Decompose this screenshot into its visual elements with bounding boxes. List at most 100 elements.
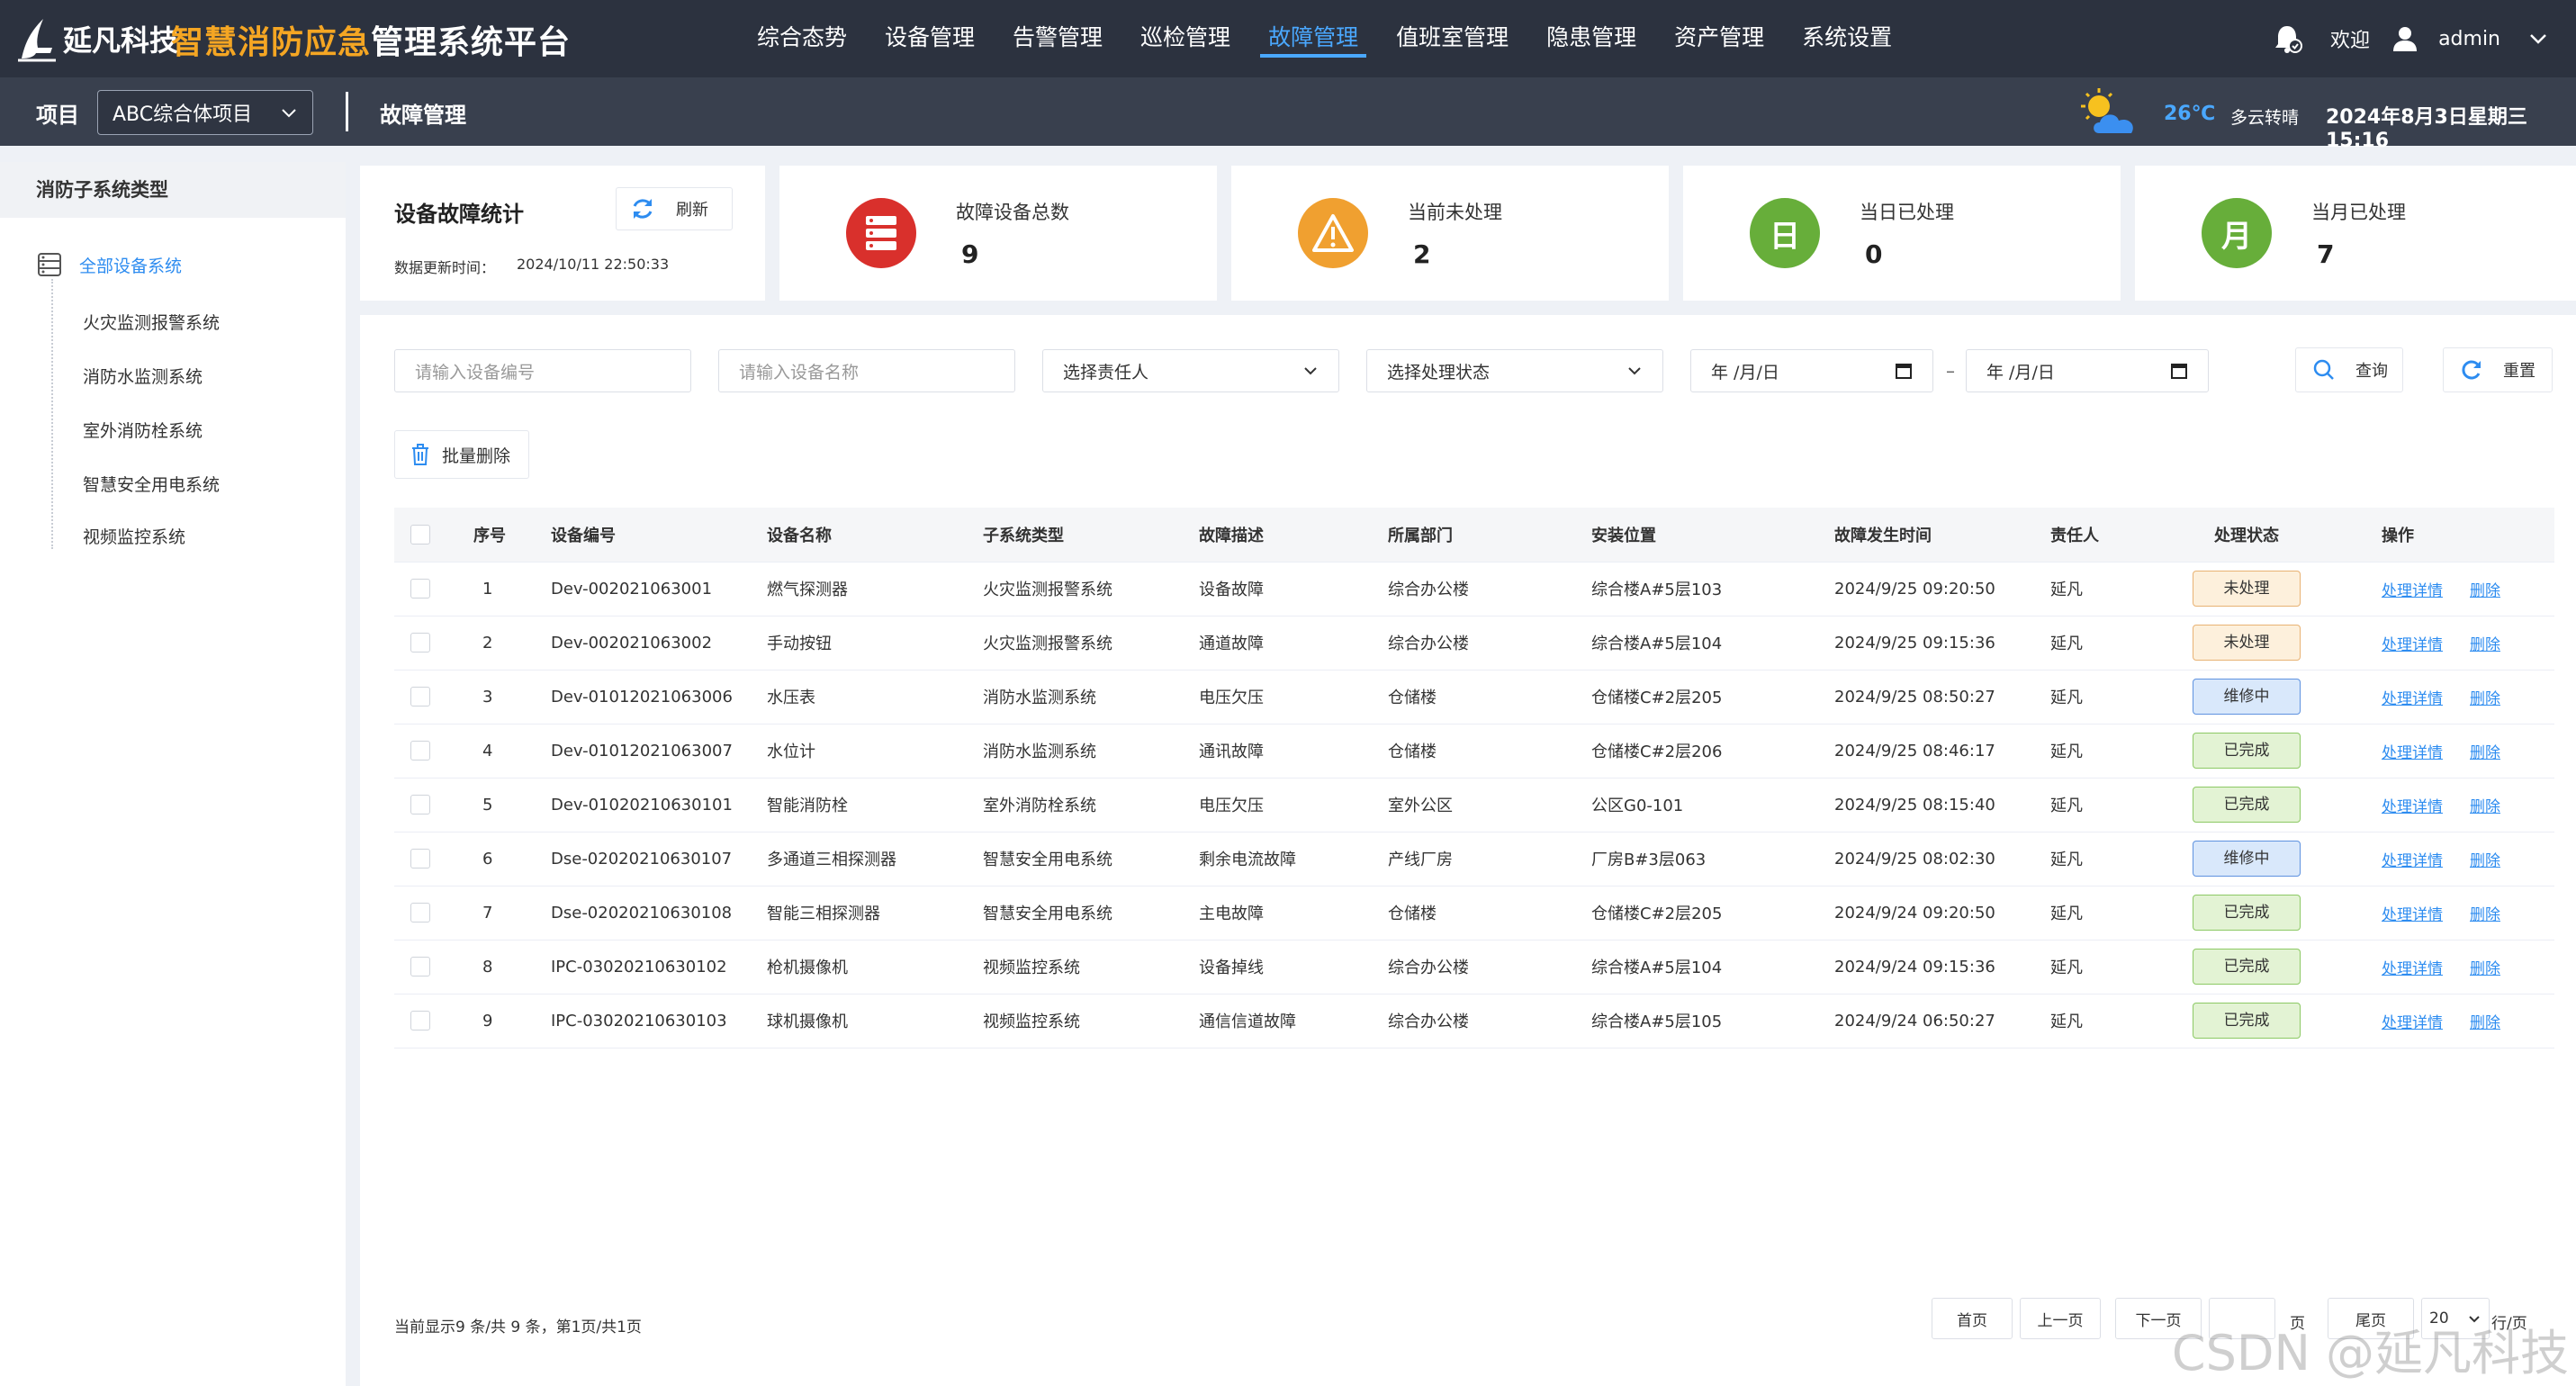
nav-item-asset[interactable]: 资产管理 <box>1655 0 1783 77</box>
cell-location: 公区G0-101 <box>1591 778 1834 832</box>
brand[interactable]: 延凡科技 <box>16 13 178 65</box>
cell-actions: 处理详情 删除 <box>2356 724 2554 778</box>
row-checkbox[interactable] <box>410 633 430 652</box>
row-select-cell <box>394 616 448 670</box>
nav-item-device[interactable]: 设备管理 <box>866 0 994 77</box>
cell-fault: 设备故障 <box>1199 562 1388 616</box>
status-select-value: 选择处理状态 <box>1387 362 1491 382</box>
delete-link[interactable]: 删除 <box>2470 690 2500 708</box>
delete-link[interactable]: 删除 <box>2470 744 2500 762</box>
nav-item-overview[interactable]: 综合态势 <box>738 0 866 77</box>
batch-delete-button[interactable]: 批量删除 <box>394 430 529 479</box>
table-header-row: 序号 设备编号 设备名称 子系统类型 故障描述 所属部门 安装位置 故障发生时间… <box>394 508 2554 562</box>
detail-link[interactable]: 处理详情 <box>2382 960 2443 978</box>
prev-page-button[interactable]: 上一页 <box>2020 1298 2101 1339</box>
detail-link[interactable]: 处理详情 <box>2382 852 2443 870</box>
stat-card-month: 月 当月已处理 7 <box>2135 166 2576 301</box>
cell-time: 2024/9/25 09:15:36 <box>1834 616 2050 670</box>
first-page-button[interactable]: 首页 <box>1932 1298 2013 1339</box>
warning-icon <box>1298 198 1368 268</box>
month-badge: 月 <box>2202 198 2272 268</box>
project-select[interactable]: ABC综合体项目 <box>97 90 313 135</box>
table-row[interactable]: 9 IPC-03020210630103 球机摄像机 视频监控系统 通信信道故障 综合办公… <box>394 994 2554 1048</box>
cell-time: 2024/9/25 08:46:17 <box>1834 724 2050 778</box>
row-checkbox[interactable] <box>410 957 430 976</box>
table-row[interactable]: 5 Dev-01020210630101 智能消防栓 室外消防栓系统 电压欠压 室外公区公… <box>394 778 2554 832</box>
refresh-button[interactable]: 刷新 <box>616 187 733 230</box>
delete-link[interactable]: 删除 <box>2470 960 2500 978</box>
start-date-input[interactable]: 年 /月/日 <box>1690 349 1933 392</box>
column-header: 安装位置 <box>1591 508 1834 562</box>
username[interactable]: admin <box>2438 28 2500 50</box>
cell-status: 已完成 <box>2180 940 2356 994</box>
brand-logo-icon <box>18 19 56 62</box>
detail-link[interactable]: 处理详情 <box>2382 906 2443 924</box>
sidebar-item-fire-alarm[interactable]: 火灾监测报警系统 <box>83 310 220 334</box>
delete-link[interactable]: 删除 <box>2470 1014 2500 1032</box>
row-checkbox[interactable] <box>410 687 430 706</box>
select-all-checkbox[interactable] <box>410 524 430 544</box>
sidebar-item-hydrant[interactable]: 室外消防栓系统 <box>83 418 203 442</box>
delete-link[interactable]: 删除 <box>2470 906 2500 924</box>
row-checkbox[interactable] <box>410 903 430 922</box>
stat-value: 7 <box>2317 239 2335 269</box>
chevron-down-icon <box>282 109 296 118</box>
detail-link[interactable]: 处理详情 <box>2382 798 2443 816</box>
stat-value: 9 <box>961 239 979 269</box>
sidebar-item-all[interactable]: 全部设备系统 <box>36 250 182 279</box>
detail-link[interactable]: 处理详情 <box>2382 690 2443 708</box>
sidebar-item-video[interactable]: 视频监控系统 <box>83 524 185 548</box>
row-checkbox[interactable] <box>410 795 430 814</box>
reset-button[interactable]: 重置 <box>2443 347 2553 392</box>
table-row[interactable]: 8 IPC-03020210630102 枪机摄像机 视频监控系统 设备掉线 综合办公楼综… <box>394 940 2554 994</box>
device-code-input[interactable]: 请输入设备编号 <box>394 349 691 392</box>
cell-actions: 处理详情 删除 <box>2356 778 2554 832</box>
nav-item-alarm[interactable]: 告警管理 <box>994 0 1121 77</box>
device-name-input[interactable]: 请输入设备名称 <box>718 349 1015 392</box>
delete-link[interactable]: 删除 <box>2470 798 2500 816</box>
detail-link[interactable]: 处理详情 <box>2382 636 2443 654</box>
chevron-down-icon[interactable] <box>2527 28 2549 50</box>
detail-link[interactable]: 处理详情 <box>2382 582 2443 600</box>
cell-status: 已完成 <box>2180 778 2356 832</box>
detail-link[interactable]: 处理详情 <box>2382 1014 2443 1032</box>
delete-link[interactable]: 删除 <box>2470 852 2500 870</box>
batch-delete-label: 批量删除 <box>442 446 511 466</box>
calendar-icon[interactable] <box>2170 362 2188 380</box>
cell-name: 燃气探测器 <box>767 562 983 616</box>
nav-item-duty-room[interactable]: 值班室管理 <box>1377 0 1527 77</box>
bell-icon[interactable] <box>2269 21 2305 57</box>
nav-item-fault[interactable]: 故障管理 <box>1249 0 1377 77</box>
cell-status: 已完成 <box>2180 724 2356 778</box>
row-checkbox[interactable] <box>410 1011 430 1030</box>
delete-link[interactable]: 删除 <box>2470 582 2500 600</box>
row-checkbox[interactable] <box>410 579 430 598</box>
row-checkbox[interactable] <box>410 849 430 868</box>
chevron-down-icon <box>1304 367 1317 375</box>
nav-item-hazard[interactable]: 隐患管理 <box>1527 0 1655 77</box>
user-icon[interactable] <box>2391 25 2418 52</box>
status-select[interactable]: 选择处理状态 <box>1366 349 1663 392</box>
cell-location: 综合楼A#5层103 <box>1591 562 1834 616</box>
sidebar-item-fire-water[interactable]: 消防水监测系统 <box>83 364 203 388</box>
cell-subsystem: 视频监控系统 <box>983 994 1199 1048</box>
stat-value: 0 <box>1865 239 1883 269</box>
detail-link[interactable]: 处理详情 <box>2382 744 2443 762</box>
row-checkbox[interactable] <box>410 741 430 760</box>
nav-item-settings[interactable]: 系统设置 <box>1783 0 1911 77</box>
owner-select[interactable]: 选择责任人 <box>1042 349 1339 392</box>
table-row[interactable]: 7 Dse-02020210630108 智能三相探测器 智慧安全用电系统 主电故障 仓储… <box>394 886 2554 940</box>
delete-link[interactable]: 删除 <box>2470 636 2500 654</box>
sidebar-item-electrical[interactable]: 智慧安全用电系统 <box>83 472 220 496</box>
calendar-icon[interactable] <box>1895 362 1913 380</box>
table-row[interactable]: 3 Dev-01012021063006 水压表 消防水监测系统 电压欠压 仓储楼 仓储楼C… <box>394 670 2554 724</box>
table-row[interactable]: 4 Dev-01012021063007 水位计 消防水监测系统 通讯故障 仓储楼 仓储楼C… <box>394 724 2554 778</box>
query-button[interactable]: 查询 <box>2295 347 2403 392</box>
nav-item-inspection[interactable]: 巡检管理 <box>1121 0 1249 77</box>
cell-subsystem: 智慧安全用电系统 <box>983 832 1199 886</box>
table-row[interactable]: 2 Dev-002021063002 手动按钮 火灾监测报警系统 通道故障 综合办公楼 综合… <box>394 616 2554 670</box>
end-date-input[interactable]: 年 /月/日 <box>1966 349 2209 392</box>
table-row[interactable]: 1 Dev-002021063001 燃气探测器 火灾监测报警系统 设备故障 综合办公楼综… <box>394 562 2554 616</box>
table-row[interactable]: 6 Dse-02020210630107 多通道三相探测器 智慧安全用电系统 剩余电流故… <box>394 832 2554 886</box>
page-title: 故障管理 <box>380 103 466 128</box>
